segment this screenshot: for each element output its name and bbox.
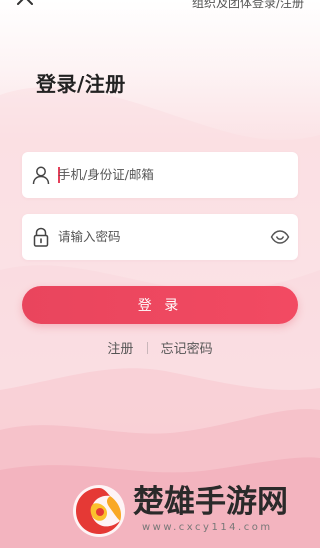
auth-links: 注册 忘记密码 (0, 338, 320, 357)
watermark-site-name: 楚雄手游网 (133, 484, 288, 520)
close-icon (17, 0, 33, 5)
account-input[interactable] (58, 152, 258, 198)
account-field[interactable] (22, 152, 298, 198)
page-title: 登录/注册 (36, 72, 126, 96)
link-divider (146, 341, 148, 354)
lock-icon (33, 227, 49, 247)
org-login-link[interactable]: 组织及团体登录/注册 (192, 0, 304, 10)
login-button[interactable]: 登 录 (22, 286, 298, 324)
watermark-logo-icon (73, 485, 125, 537)
watermark: 楚雄手游网 www.cxcy114.com (0, 474, 320, 548)
eye-icon[interactable] (270, 228, 290, 246)
password-field[interactable] (22, 214, 298, 260)
close-button[interactable] (14, 0, 38, 14)
user-icon (32, 166, 50, 185)
register-link[interactable]: 注册 (107, 338, 133, 357)
forgot-password-link[interactable]: 忘记密码 (161, 338, 213, 357)
watermark-url: www.cxcy114.com (142, 522, 273, 533)
top-bar: 组织及团体登录/注册 (0, 0, 320, 14)
password-input[interactable] (58, 214, 258, 260)
